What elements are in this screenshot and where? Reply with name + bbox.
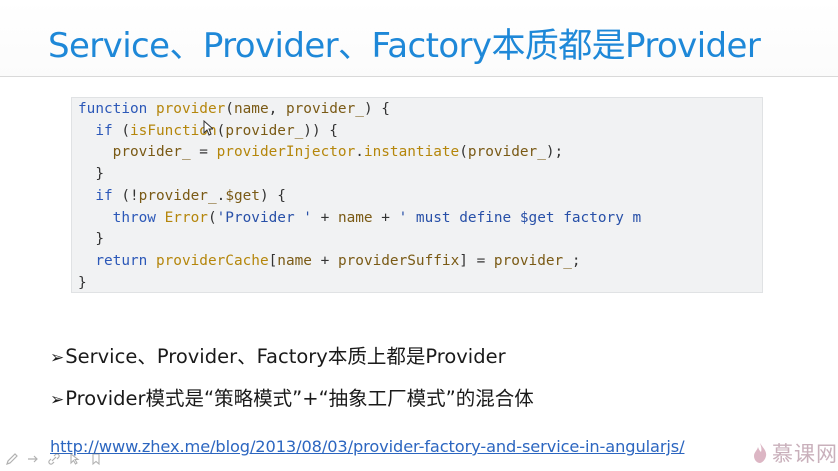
- code-token: (: [207, 209, 217, 226]
- code-token: ) {: [363, 101, 390, 117]
- bullet-item-2: ➢Provider模式是“策略模式”+“抽象工厂模式”的混合体: [50, 382, 534, 411]
- code-token: return: [95, 252, 156, 269]
- code-token: provider: [155, 101, 226, 117]
- reference-link[interactable]: http://www.zhex.me/blog/2013/08/03/provi…: [50, 437, 685, 456]
- code-line: }: [78, 164, 104, 184]
- code-token: $get: [225, 187, 260, 204]
- code-token: (: [216, 122, 226, 139]
- code-token: (: [459, 144, 468, 161]
- code-token: provider_: [467, 144, 546, 161]
- code-token: }: [78, 231, 104, 248]
- presentation-toolbar: [4, 451, 104, 467]
- code-token: ' must define $get factory m: [398, 209, 642, 226]
- code-token: name: [337, 209, 382, 226]
- bullet-arrow-icon: ➢: [50, 348, 65, 368]
- code-token: ;: [571, 252, 581, 269]
- imooc-watermark: 慕课网: [752, 440, 838, 466]
- bullet-text: Provider模式是“策略模式”+“抽象工厂模式”的混合体: [65, 387, 534, 410]
- code-token: if: [95, 187, 122, 204]
- code-line: provider_ = providerInjector.instantiate…: [78, 142, 564, 162]
- code-token: +: [320, 252, 338, 269]
- code-line: throw Error('Provider ' + name + ' must …: [78, 208, 642, 228]
- code-line: }: [78, 229, 104, 249]
- code-token: );: [545, 144, 564, 161]
- code-token: +: [381, 209, 399, 226]
- code-token: provider_: [112, 144, 200, 161]
- code-token: }: [78, 274, 87, 291]
- code-token: if: [95, 122, 122, 139]
- code-token: ,: [268, 101, 286, 117]
- code-token: (: [121, 122, 130, 139]
- code-token: ] =: [459, 252, 494, 269]
- code-token: function: [78, 101, 156, 117]
- code-token: instantiate: [363, 144, 460, 161]
- code-token: provider_: [225, 122, 304, 139]
- code-token: throw: [112, 209, 165, 226]
- code-token: )) {: [303, 122, 338, 139]
- flame-logo-icon: [754, 443, 767, 463]
- code-token: providerCache: [155, 252, 269, 269]
- code-token: .: [216, 187, 226, 204]
- code-token: }: [78, 166, 104, 183]
- slide-title-bar: Service、Provider、Factory本质都是Provider: [0, 0, 838, 77]
- code-token: provider_: [138, 187, 217, 204]
- code-token: =: [199, 144, 217, 161]
- code-token: ) {: [259, 187, 286, 204]
- code-token: (!: [121, 187, 139, 204]
- code-token: (: [225, 101, 234, 117]
- code-line: }: [78, 273, 87, 292]
- code-line: if (!provider_.$get) {: [78, 186, 286, 206]
- arrow-icon[interactable]: [25, 452, 41, 466]
- mouse-cursor-icon: [203, 120, 213, 136]
- code-token: name: [277, 252, 321, 269]
- link-icon[interactable]: [46, 452, 62, 466]
- slide-title: Service、Provider、Factory本质都是Provider: [48, 26, 761, 66]
- code-token: [: [268, 252, 278, 269]
- code-token: +: [320, 209, 338, 226]
- code-token: .: [355, 144, 364, 161]
- code-token: providerInjector: [216, 144, 356, 161]
- code-token: provider_: [285, 101, 364, 117]
- code-line: return providerCache[name + providerSuff…: [78, 251, 581, 271]
- code-line: function provider(name, provider_) {: [78, 99, 390, 119]
- code-block: function provider(name, provider_) { if …: [71, 97, 763, 293]
- bullet-arrow-icon: ➢: [50, 390, 65, 410]
- code-token: name: [233, 101, 269, 117]
- watermark-text: 慕课网: [772, 442, 838, 466]
- pen-icon[interactable]: [4, 452, 20, 466]
- bullet-item-1: ➢Service、Provider、Factory本质上都是Provider: [50, 340, 506, 369]
- code-token: providerSuffix: [337, 252, 460, 269]
- bookmark-icon[interactable]: [88, 452, 104, 466]
- bullet-text: Service、Provider、Factory本质上都是Provider: [65, 345, 506, 368]
- code-token: 'Provider ': [216, 209, 321, 226]
- code-token: Error: [164, 209, 208, 226]
- pointer-icon[interactable]: [67, 452, 83, 466]
- code-token: provider_: [493, 252, 572, 269]
